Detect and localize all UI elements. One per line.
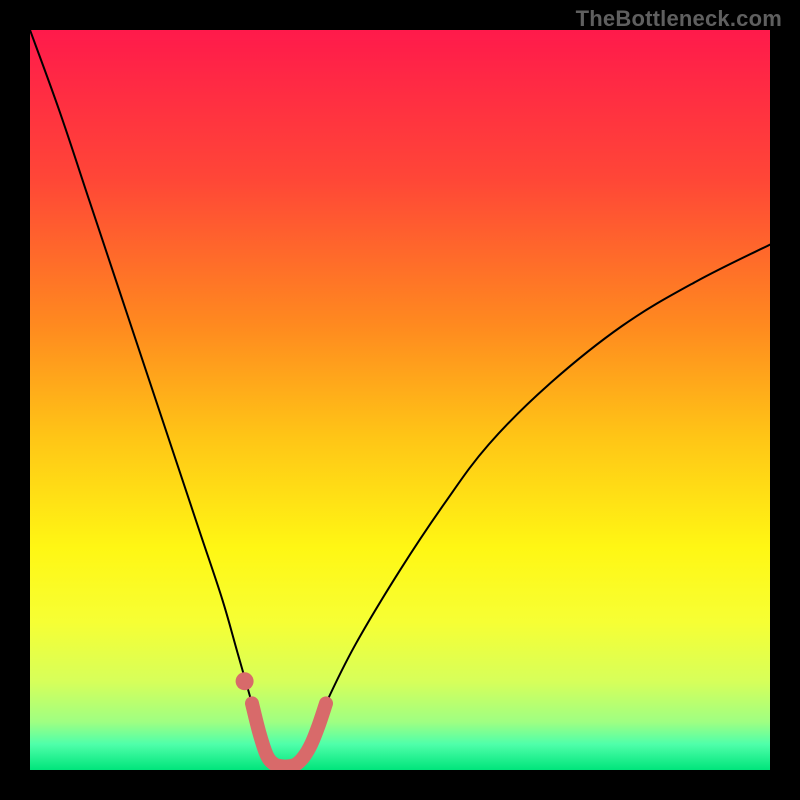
chart-background xyxy=(30,30,770,770)
plot-area xyxy=(30,30,770,770)
marker-valley-dot xyxy=(236,672,254,690)
chart-svg xyxy=(30,30,770,770)
chart-frame: TheBottleneck.com xyxy=(0,0,800,800)
watermark-text: TheBottleneck.com xyxy=(576,6,782,32)
